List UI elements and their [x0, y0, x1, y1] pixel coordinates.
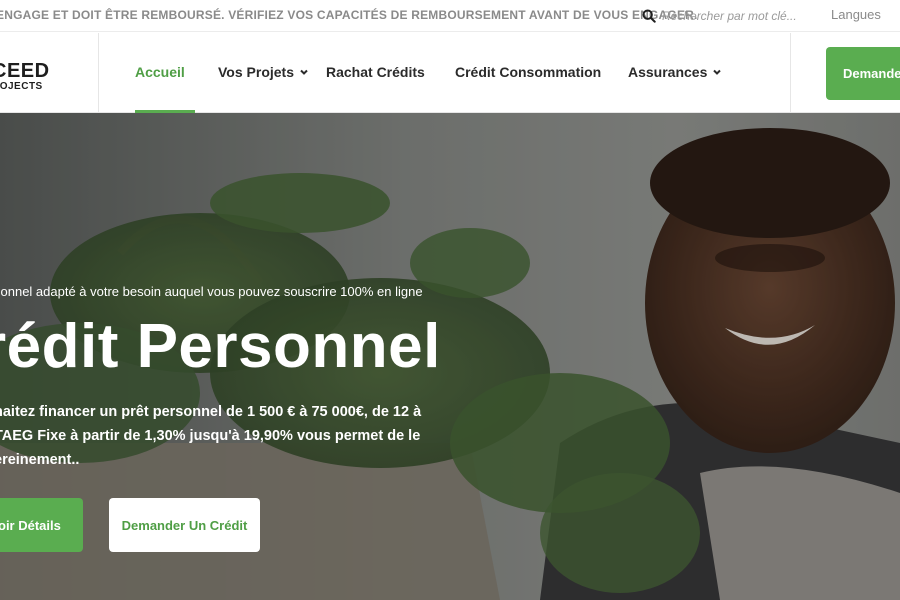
top-info-bar: ENGAGE ET DOIT ÊTRE REMBOURSÉ. VÉRIFIEZ … — [0, 0, 900, 32]
credit-warning-text: ENGAGE ET DOIT ÊTRE REMBOURSÉ. VÉRIFIEZ … — [0, 8, 698, 22]
search-input[interactable] — [662, 9, 802, 23]
search-icon[interactable] — [642, 9, 656, 23]
demande-button[interactable]: Demande — [826, 47, 900, 100]
nav-item-label: Assurances — [628, 64, 708, 80]
language-selector[interactable]: Langues — [831, 7, 881, 22]
nav-item-accueil[interactable]: Accueil — [135, 64, 185, 80]
hero-subtitle: sonnel adapté à votre besoin auquel vous… — [0, 284, 423, 299]
search-box[interactable] — [642, 6, 802, 26]
nav-item-label: Rachat Crédits — [326, 64, 425, 80]
hero-description-line: TAEG Fixe à partir de 1,30% jusqu'à 19,9… — [0, 428, 421, 444]
nav-item-credit-consommation[interactable]: Crédit Consommation — [455, 64, 601, 80]
nav-item-vos-projets[interactable]: Vos Projets — [218, 64, 309, 80]
nav-item-label: Vos Projets — [218, 64, 294, 80]
site-logo[interactable]: CEED ROJECTS — [0, 61, 62, 92]
hero-title: rédit Personnel — [0, 312, 441, 381]
nav-item-label: Accueil — [135, 64, 185, 80]
chevron-down-icon — [300, 69, 308, 75]
nav-item-rachat-credits[interactable]: Rachat Crédits — [326, 64, 425, 80]
header-divider — [790, 33, 791, 113]
chevron-down-icon — [713, 69, 722, 75]
hero-description-line: haitez financer un prêt personnel de 1 5… — [0, 404, 422, 420]
nav-item-assurances[interactable]: Assurances — [628, 64, 722, 80]
logo-text-main: CEED — [0, 60, 50, 82]
hero-description: haitez financer un prêt personnel de 1 5… — [0, 400, 434, 472]
header-divider — [98, 33, 99, 113]
voir-details-button[interactable]: oir Détails — [0, 498, 83, 552]
nav-item-label: Crédit Consommation — [455, 64, 602, 80]
hero-description-line: ereinement.. — [0, 452, 80, 468]
hero-banner: sonnel adapté à votre besoin auquel vous… — [0, 113, 900, 600]
logo-text-sub: ROJECTS — [0, 81, 43, 92]
hero-content: sonnel adapté à votre besoin auquel vous… — [0, 113, 900, 600]
demander-credit-button[interactable]: Demander Un Crédit — [109, 498, 260, 552]
main-header: CEED ROJECTS Accueil Vos Projets Rachat … — [0, 33, 900, 113]
